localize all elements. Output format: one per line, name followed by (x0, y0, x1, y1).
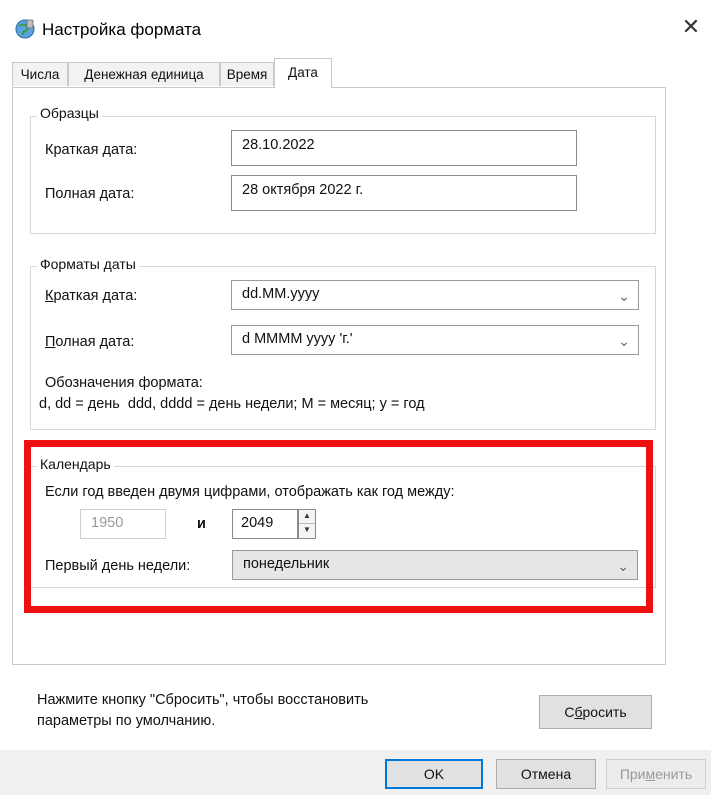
close-icon[interactable]: ✕ (678, 14, 704, 40)
apply-button-text-a: При (619, 766, 646, 782)
tab-time[interactable]: Время (220, 62, 274, 86)
long-date-sample-field: 28 октября 2022 г. (231, 175, 577, 211)
reset-hint-line2: параметры по умолчанию. (37, 713, 216, 729)
footer-bar (0, 750, 711, 795)
reset-button-text-a: С (564, 704, 575, 720)
long-date-format-value: d MMMM yyyy 'г.' (242, 331, 353, 347)
short-date-sample-field: 28.10.2022 (231, 130, 577, 166)
reset-button[interactable]: Сбросить (539, 695, 652, 729)
ok-button[interactable]: OK (385, 759, 483, 789)
apply-button[interactable]: Применить (606, 759, 706, 789)
format-notation-text: d, dd = день ddd, dddd = день недели; M … (39, 396, 425, 412)
tab-numbers[interactable]: Числа (12, 62, 68, 86)
date-formats-legend: Форматы даты (37, 256, 139, 272)
tab-date[interactable]: Дата (274, 58, 332, 88)
tab-currency[interactable]: Денежная единица (68, 62, 220, 86)
chevron-down-icon[interactable]: ⌄ (618, 288, 630, 305)
short-date-format-value: dd.MM.yyyy (242, 286, 320, 302)
long-date-format-label-rest: олная дата: (55, 334, 135, 350)
cancel-button[interactable]: Отмена (496, 759, 596, 789)
long-date-sample-label: Полная дата: (45, 186, 135, 202)
reset-button-accel: б (574, 704, 583, 720)
format-notation-title: Обозначения формата: (45, 375, 203, 391)
apply-button-text-b: енить (655, 766, 693, 782)
long-date-format-combo[interactable]: d MMMM yyyy 'г.' ⌄ (231, 325, 639, 355)
reset-hint-line1: Нажмите кнопку "Сбросить", чтобы восстан… (37, 692, 369, 708)
long-date-format-accel: П (45, 334, 56, 350)
short-date-format-label: Краткая дата: (45, 288, 137, 304)
short-date-format-combo[interactable]: dd.MM.yyyy ⌄ (231, 280, 639, 310)
long-date-format-label: Полная дата: (45, 334, 134, 350)
reset-button-text-b: росить (582, 704, 627, 720)
globe-settings-icon (14, 18, 36, 40)
window-title: Настройка формата (42, 20, 202, 39)
samples-legend: Образцы (37, 105, 102, 121)
short-date-format-label-rest: раткая дата: (53, 288, 138, 304)
highlight-frame (24, 440, 653, 613)
chevron-down-icon[interactable]: ⌄ (618, 333, 630, 350)
title-bar: Настройка формата ✕ (0, 0, 711, 58)
apply-button-accel: м (645, 766, 656, 782)
short-date-sample-label: Краткая дата: (45, 142, 138, 158)
